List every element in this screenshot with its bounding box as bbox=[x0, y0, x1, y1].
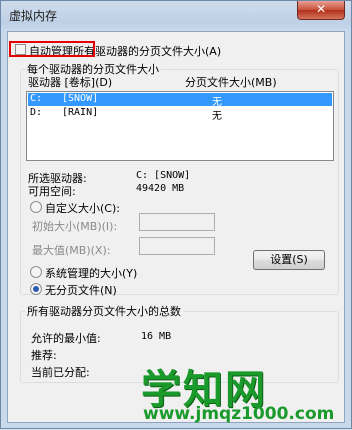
column-header-size: 分页文件大小(MB) bbox=[185, 76, 277, 89]
title-bar[interactable]: 虚拟内存 ✕ bbox=[1, 1, 351, 27]
no-paging-radio[interactable] bbox=[30, 283, 42, 295]
system-managed-label[interactable]: 系统管理的大小(Y) bbox=[45, 265, 137, 281]
set-button[interactable]: 设置(S) bbox=[253, 250, 325, 270]
totals-legend: 所有驱动器分页文件大小的总数 bbox=[27, 305, 181, 318]
drive-name: D: bbox=[30, 107, 43, 118]
watermark-url: www.jmqz1000.com bbox=[143, 404, 335, 424]
no-paging-label[interactable]: 无分页文件(N) bbox=[45, 282, 117, 298]
highlight-box bbox=[9, 41, 95, 57]
max-size-input[interactable] bbox=[139, 237, 215, 255]
virtual-memory-dialog: 虚拟内存 ✕ 自动管理所有驱动器的分页文件大小(A) 每个驱动器的分页文件大小 … bbox=[0, 0, 352, 429]
drive-row-d[interactable]: D: [RAIN] 无 bbox=[28, 107, 332, 122]
column-header-drive: 驱动器 [卷标](D) bbox=[28, 76, 113, 89]
initial-size-input[interactable] bbox=[139, 213, 215, 231]
currently-allocated-label: 当前已分配: bbox=[31, 366, 90, 379]
drive-paging-size: 无 bbox=[212, 111, 222, 122]
custom-size-radio[interactable] bbox=[30, 201, 42, 213]
recommended-label: 推荐: bbox=[31, 349, 57, 362]
site-watermark: 学知网 www.jmqz1000.com bbox=[131, 357, 352, 430]
selected-drive-value: C: [SNOW] bbox=[136, 170, 191, 181]
max-size-label: 最大值(MB)(X): bbox=[32, 244, 111, 257]
drive-volume-label: [SNOW] bbox=[62, 93, 99, 104]
close-icon: ✕ bbox=[315, 2, 327, 16]
system-managed-radio[interactable] bbox=[30, 266, 42, 278]
drive-name: C: bbox=[30, 93, 43, 104]
drive-row-c[interactable]: C: [SNOW] 无 bbox=[28, 93, 332, 108]
drive-volume-label: [RAIN] bbox=[62, 107, 99, 118]
close-button[interactable]: ✕ bbox=[297, 1, 345, 20]
min-allowed-label: 允许的最小值: bbox=[31, 332, 101, 345]
drive-paging-size: 无 bbox=[212, 97, 222, 108]
min-allowed-value: 16 MB bbox=[141, 331, 172, 342]
custom-size-label[interactable]: 自定义大小(C): bbox=[45, 200, 120, 216]
drive-list[interactable]: C: [SNOW] 无 D: [RAIN] 无 bbox=[26, 91, 334, 161]
radio-selected-dot bbox=[33, 286, 39, 292]
free-space-label: 可用空间: bbox=[28, 185, 76, 198]
window-title: 虚拟内存 bbox=[9, 9, 58, 23]
free-space-value: 49420 MB bbox=[136, 183, 185, 194]
initial-size-label: 初始大小(MB)(I): bbox=[32, 220, 118, 233]
